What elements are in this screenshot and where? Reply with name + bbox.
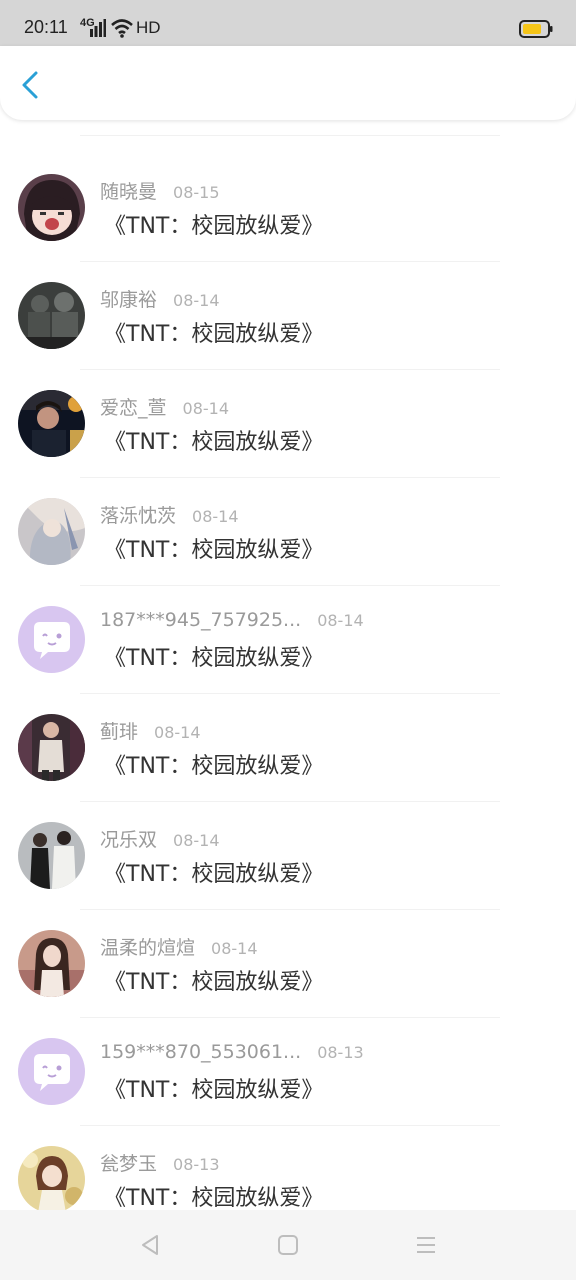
avatar[interactable] xyxy=(18,1146,85,1213)
comment-date: 08-15 xyxy=(173,183,220,202)
user-name: 落泺忱茨 08-14 xyxy=(100,505,239,527)
avatar[interactable] xyxy=(18,930,85,997)
wifi-icon xyxy=(111,19,133,38)
avatar[interactable] xyxy=(18,390,85,457)
comment-text: 《TNT：校园放纵爱》 xyxy=(104,322,324,347)
user-name: 邬康裕 08-14 xyxy=(100,289,220,311)
comment-text: 《TNT：校园放纵爱》 xyxy=(104,214,324,239)
avatar[interactable] xyxy=(18,714,85,781)
list-item[interactable]: 蓟琲 08-14 《TNT：校园放纵爱》 xyxy=(0,694,576,802)
user-name: 温柔的煊煊 08-14 xyxy=(100,937,258,959)
user-name: 况乐双 08-14 xyxy=(100,829,220,851)
comment-date: 08-14 xyxy=(154,723,201,742)
signal-icon xyxy=(90,19,106,37)
user-name: 159***870_553061... 08-13 xyxy=(100,1041,364,1063)
top-app-bar xyxy=(0,46,576,120)
battery-icon xyxy=(519,20,553,38)
comment-text: 《TNT：校园放纵爱》 xyxy=(104,862,324,887)
list-item[interactable]: 邬康裕 08-14 《TNT：校园放纵爱》 xyxy=(0,262,576,370)
comment-date: 08-13 xyxy=(317,1043,364,1062)
user-name: 蓟琲 08-14 xyxy=(100,721,201,743)
user-name: 187***945_757925... 08-14 xyxy=(100,609,364,631)
avatar[interactable] xyxy=(18,1038,85,1105)
avatar[interactable] xyxy=(18,282,85,349)
comment-text: 《TNT：校园放纵爱》 xyxy=(104,970,324,995)
list-item[interactable]: 落泺忱茨 08-14 《TNT：校园放纵爱》 xyxy=(0,478,576,586)
list-item[interactable]: 爱恋_萱 08-14 《TNT：校园放纵爱》 xyxy=(0,370,576,478)
user-name: 爱恋_萱 08-14 xyxy=(100,397,230,419)
system-nav-bar xyxy=(0,1210,576,1280)
list-item[interactable]: 随晓曼 08-15 《TNT：校园放纵爱》 xyxy=(0,154,576,262)
divider xyxy=(80,135,500,136)
avatar[interactable] xyxy=(18,498,85,565)
comment-text: 《TNT：校园放纵爱》 xyxy=(104,646,324,671)
avatar[interactable] xyxy=(18,174,85,241)
comment-date: 08-14 xyxy=(173,831,220,850)
list-item[interactable]: 159***870_553061... 08-13 《TNT：校园放纵爱》 xyxy=(0,1018,576,1126)
home-square-icon[interactable] xyxy=(275,1232,301,1258)
comment-text: 《TNT：校园放纵爱》 xyxy=(104,754,324,779)
comment-text: 《TNT：校园放纵爱》 xyxy=(104,1078,324,1103)
comment-date: 08-14 xyxy=(173,291,220,310)
user-name: 瓮梦玉 08-13 xyxy=(100,1153,220,1175)
hd-indicator: HD xyxy=(136,18,161,37)
comment-text: 《TNT：校园放纵爱》 xyxy=(104,1186,324,1211)
avatar[interactable] xyxy=(18,606,85,673)
comment-text: 《TNT：校园放纵爱》 xyxy=(104,538,324,563)
back-triangle-icon[interactable] xyxy=(137,1232,163,1258)
comment-date: 08-14 xyxy=(211,939,258,958)
comment-date: 08-13 xyxy=(173,1155,220,1174)
back-button[interactable] xyxy=(14,68,48,102)
list-item[interactable]: 187***945_757925... 08-14 《TNT：校园放纵爱》 xyxy=(0,586,576,694)
status-time: 20:11 xyxy=(24,17,68,37)
chevron-left-icon xyxy=(22,71,38,99)
list-item[interactable]: 温柔的煊煊 08-14 《TNT：校园放纵爱》 xyxy=(0,910,576,1018)
comment-text: 《TNT：校园放纵爱》 xyxy=(104,430,324,455)
menu-lines-icon[interactable] xyxy=(413,1232,439,1258)
comment-date: 08-14 xyxy=(192,507,239,526)
avatar[interactable] xyxy=(18,822,85,889)
comment-date: 08-14 xyxy=(317,611,364,630)
comment-date: 08-14 xyxy=(182,399,230,418)
list-item[interactable]: 况乐双 08-14 《TNT：校园放纵爱》 xyxy=(0,802,576,910)
user-name: 随晓曼 08-15 xyxy=(100,181,220,203)
